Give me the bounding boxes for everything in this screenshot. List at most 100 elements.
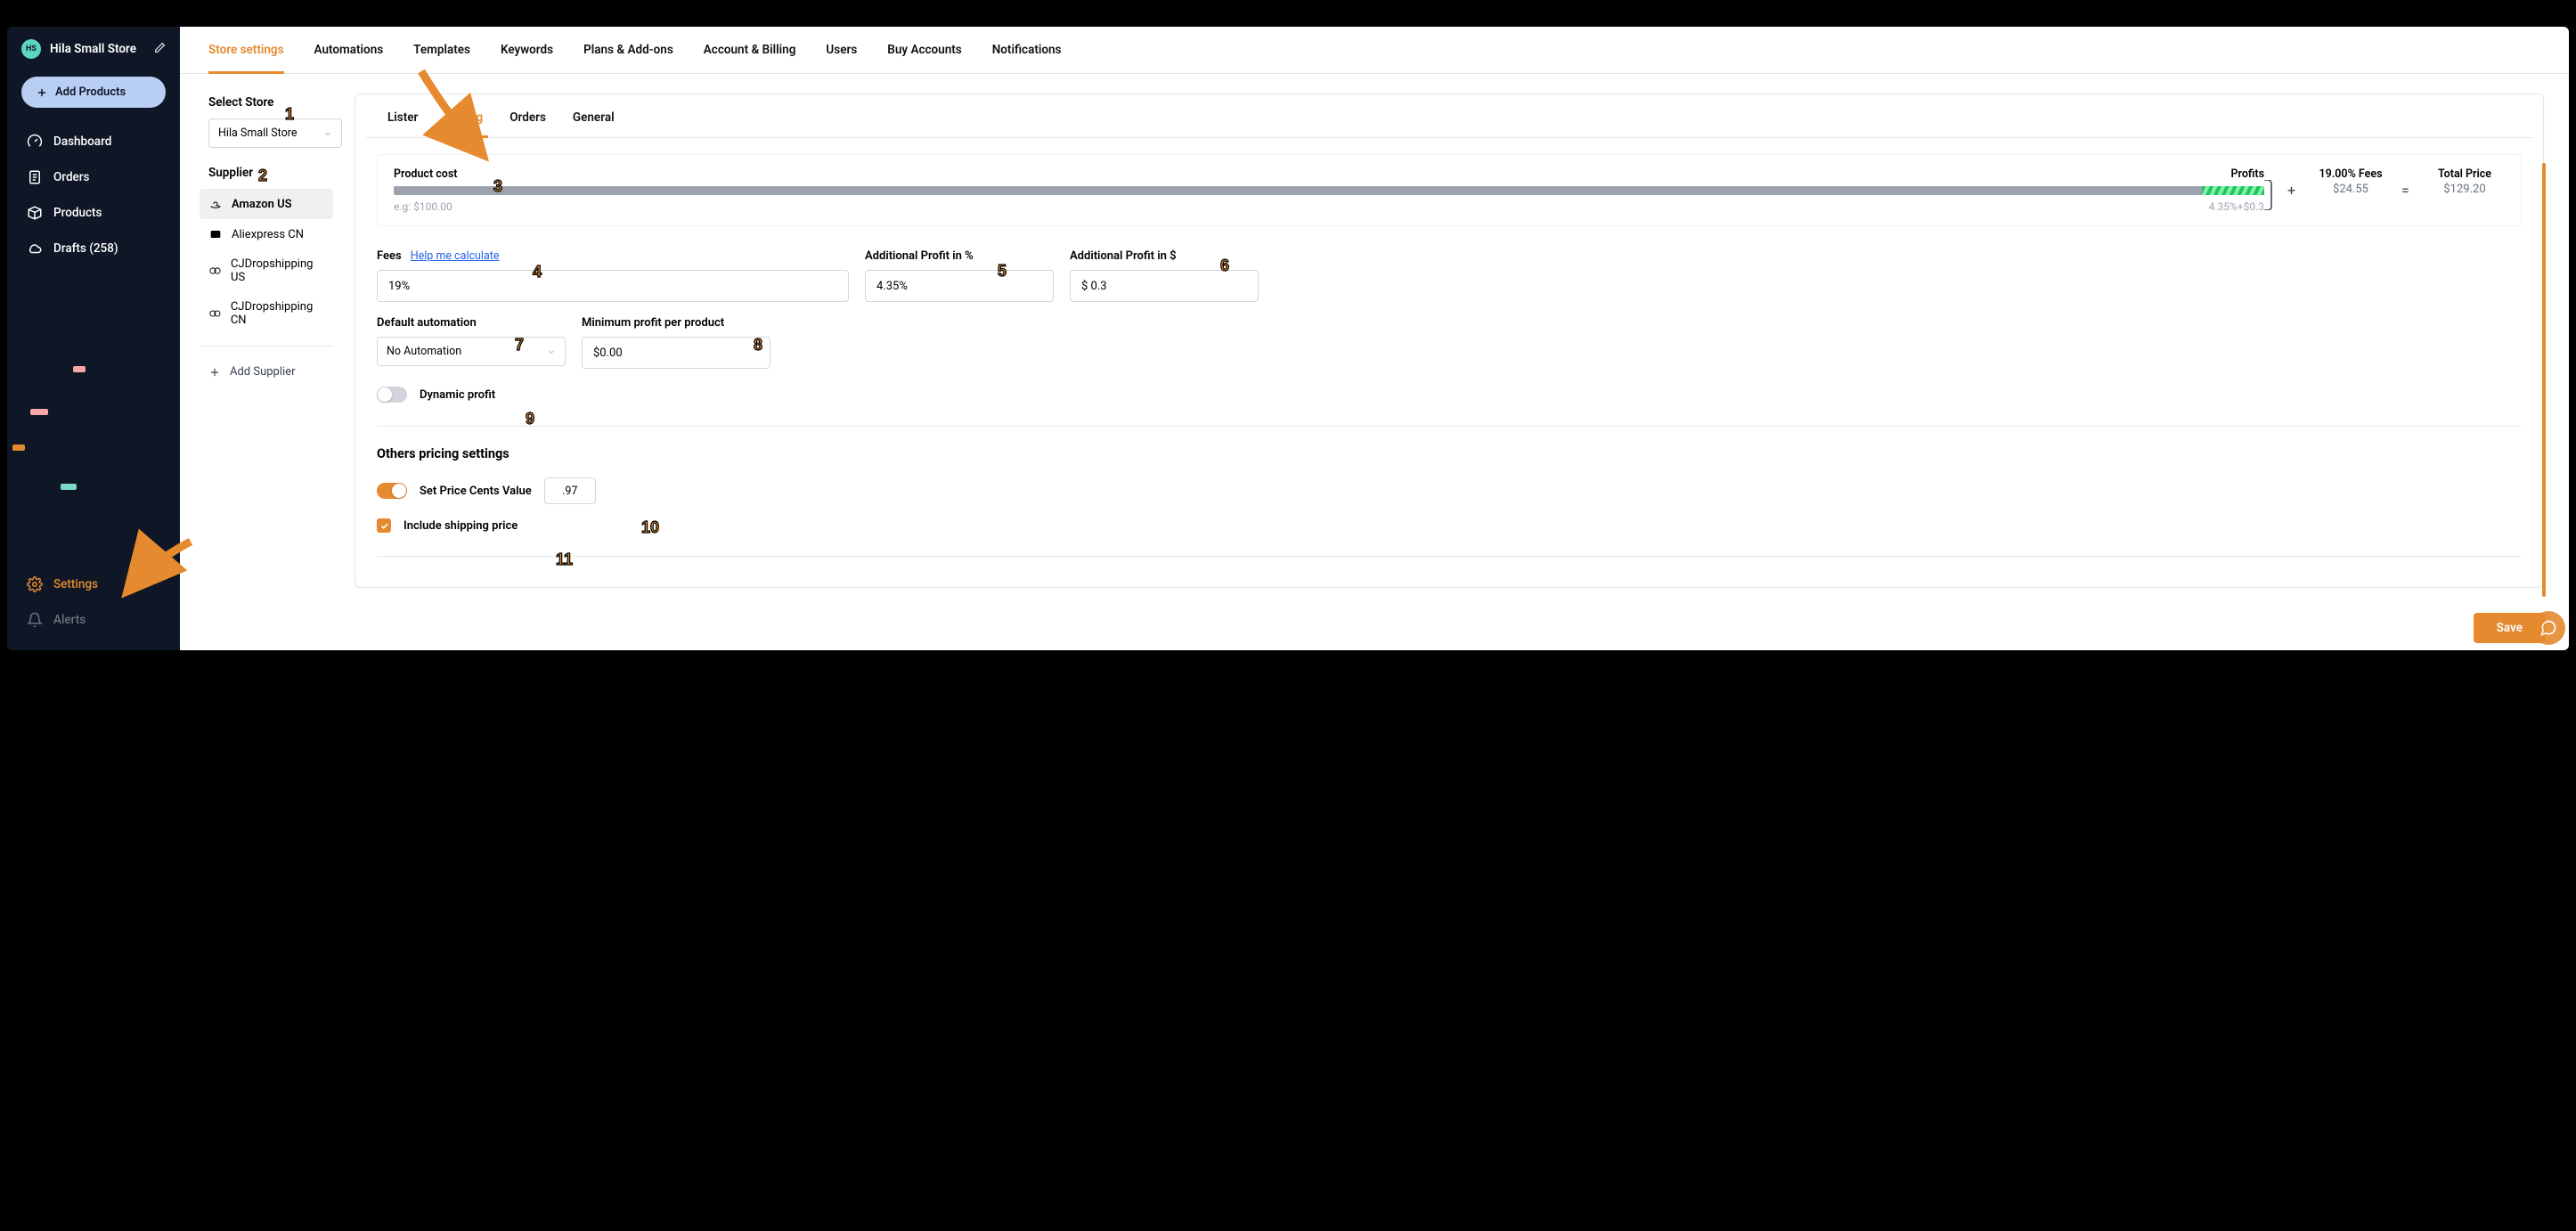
supplier-label-text: CJDropshipping CN [231, 300, 324, 327]
scrollbar[interactable] [2542, 163, 2546, 597]
tab-account[interactable]: Account & Billing [704, 43, 796, 73]
price-breakdown-box: Product cost Profits e.g: $100.00 4.35%+… [377, 154, 2522, 226]
tab-store-settings[interactable]: Store settings [208, 43, 284, 73]
supplier-amazon[interactable]: Amazon US [200, 189, 333, 219]
settings-card-area: Lister Pricing Orders General Product co… [349, 74, 2569, 650]
tab-automations[interactable]: Automations [314, 43, 384, 73]
fees-label: Fees [377, 249, 402, 263]
add-products-button[interactable]: Add Products [21, 77, 166, 108]
box-icon [27, 205, 43, 221]
automation-value: No Automation [387, 345, 461, 358]
store-select[interactable]: Hila Small Store [208, 118, 342, 148]
profit-dollar-input[interactable] [1070, 270, 1259, 302]
store-select-value: Hila Small Store [218, 126, 298, 140]
pencil-icon[interactable] [154, 42, 166, 56]
nav-drafts[interactable]: Drafts (258) [7, 231, 180, 266]
fees-input[interactable] [377, 270, 849, 302]
product-cost-label: Product cost [394, 167, 457, 181]
tab-buy-accounts[interactable]: Buy Accounts [887, 43, 961, 73]
min-profit-input[interactable] [582, 337, 770, 369]
add-supplier-button[interactable]: Add Supplier [208, 357, 333, 387]
nav-label: Settings [53, 577, 98, 591]
plus-icon [36, 86, 48, 99]
supplier-label-text: Amazon US [232, 198, 292, 211]
example-price: e.g: $100.00 [394, 200, 452, 213]
subtab-lister[interactable]: Lister [387, 110, 418, 137]
nav-orders[interactable]: Orders [7, 159, 180, 195]
gear-icon [27, 576, 43, 592]
total-price-label: Total Price [2425, 167, 2505, 181]
subtab-general[interactable]: General [573, 110, 615, 137]
clipboard-icon [27, 169, 43, 185]
bracket-icon [2264, 180, 2273, 210]
plus-icon [208, 366, 221, 379]
supplier-cj-cn[interactable]: CJDropshipping CN [200, 292, 333, 335]
plus-sign: + [2287, 182, 2300, 199]
fees-pct-label: 19.00% Fees [2311, 167, 2391, 181]
set-cents-label: Set Price Cents Value [420, 485, 532, 498]
set-cents-toggle[interactable] [377, 483, 407, 499]
dynamic-profit-label: Dynamic profit [420, 388, 495, 402]
nav-settings[interactable]: Settings [7, 567, 180, 602]
total-price-value: $129.20 [2425, 183, 2505, 196]
tab-notifications[interactable]: Notifications [992, 43, 1062, 73]
subtab-pricing[interactable]: Pricing [444, 110, 483, 137]
cj-icon [208, 264, 222, 278]
cost-bar [394, 186, 2264, 195]
profits-label: Profits [2230, 167, 2264, 186]
equals-sign: = [2401, 182, 2414, 199]
store-name: Hila Small Store [50, 42, 145, 56]
chat-widget-icon[interactable] [2531, 611, 2565, 645]
min-profit-label: Minimum profit per product [582, 316, 770, 330]
store-supplier-panel: Select Store Hila Small Store Supplier A… [180, 74, 349, 650]
fees-amount: $24.55 [2311, 183, 2391, 196]
tab-templates[interactable]: Templates [413, 43, 470, 73]
pricing-card: Lister Pricing Orders General Product co… [355, 94, 2544, 588]
store-avatar: HS [21, 39, 41, 59]
gauge-icon [27, 134, 43, 150]
nav-label: Drafts (258) [53, 241, 118, 256]
add-supplier-label: Add Supplier [230, 365, 295, 379]
nav-label: Orders [53, 170, 90, 184]
tab-users[interactable]: Users [826, 43, 857, 73]
check-icon [379, 521, 389, 531]
aliexpress-icon [208, 227, 223, 241]
nav-dashboard[interactable]: Dashboard [7, 124, 180, 159]
cloud-icon [27, 240, 43, 257]
top-tabs: Store settings Automations Templates Key… [180, 27, 2569, 74]
tab-plans[interactable]: Plans & Add-ons [583, 43, 673, 73]
profit-dollar-label: Additional Profit in $ [1070, 249, 1259, 263]
store-header: HS Hila Small Store [7, 39, 180, 71]
divider [377, 426, 2522, 427]
other-settings-title: Others pricing settings [355, 439, 2543, 467]
subtab-orders[interactable]: Orders [509, 110, 546, 137]
profit-pct-label: Additional Profit in % [865, 249, 1054, 263]
include-shipping-checkbox[interactable] [377, 518, 391, 533]
profit-pct-input[interactable] [865, 270, 1054, 302]
nav-label: Dashboard [53, 135, 111, 149]
amazon-icon [208, 197, 223, 211]
supplier-aliexpress[interactable]: Aliexpress CN [200, 219, 333, 249]
main-panel: Store settings Automations Templates Key… [180, 27, 2569, 650]
decorative-bars [7, 344, 87, 451]
chevron-down-icon [547, 347, 556, 356]
nav-products[interactable]: Products [7, 195, 180, 231]
profit-formula: 4.35%+$0.3 [2209, 200, 2264, 213]
tab-keywords[interactable]: Keywords [501, 43, 553, 73]
profit-bar-segment [2202, 186, 2264, 195]
add-products-label: Add Products [55, 86, 126, 99]
nav-alerts[interactable]: Alerts [7, 602, 180, 638]
divider [377, 556, 2522, 557]
cj-icon [208, 306, 222, 321]
default-automation-label: Default automation [377, 316, 566, 330]
sidebar: HS Hila Small Store Add Products Dashboa… [7, 27, 180, 650]
dynamic-profit-toggle[interactable] [377, 387, 407, 403]
help-calculate-link[interactable]: Help me calculate [411, 249, 500, 263]
bell-icon [27, 612, 43, 628]
supplier-cj-us[interactable]: CJDropshipping US [200, 249, 333, 292]
nav-label: Alerts [53, 613, 86, 627]
include-shipping-label: Include shipping price [404, 519, 518, 533]
default-automation-select[interactable]: No Automation [377, 337, 566, 366]
nav-label: Products [53, 206, 102, 220]
cents-value-input[interactable] [544, 477, 596, 504]
